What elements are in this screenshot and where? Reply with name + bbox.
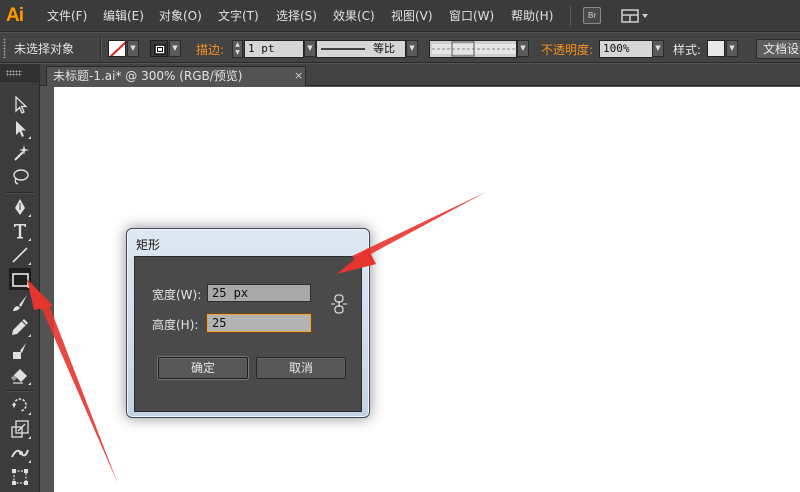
rotate-tool[interactable] [9, 394, 31, 416]
opacity-dropdown-arrow[interactable]: ▼ [652, 40, 664, 57]
selection-tool[interactable] [9, 94, 31, 116]
tools-panel-header[interactable] [0, 64, 40, 82]
stroke-square-icon [154, 44, 166, 55]
stroke-weight-input[interactable]: 1 pt [244, 40, 304, 58]
stroke-profile-field[interactable]: 等比 [316, 40, 406, 58]
no-fill-icon [109, 41, 125, 56]
bridge-button[interactable]: Br [583, 7, 601, 24]
stroke-dropdown-arrow[interactable]: ▼ [169, 40, 181, 57]
tool-group-indicator [28, 436, 31, 439]
graphic-style-swatch[interactable] [707, 40, 725, 57]
free-transform-tool[interactable] [9, 466, 31, 488]
rectangle-tool[interactable] [9, 268, 31, 290]
document-tab-title: 未标题-1.ai* @ 300% (RGB/预览) [53, 69, 243, 83]
cancel-button[interactable]: 取消 [256, 357, 346, 379]
menu-edit[interactable]: 编辑(E) [103, 8, 144, 24]
stroke-weight-stepper[interactable]: ▲ ▼ [232, 40, 243, 58]
opacity-label[interactable]: 不透明度: [541, 41, 593, 58]
collapse-grip-icon[interactable] [6, 70, 22, 76]
dialog-body: 宽度(W): 25 px 高度(H): 25 确定 取消 [134, 256, 362, 412]
arrange-grid-icon [621, 9, 648, 23]
stroke-swatch[interactable] [150, 40, 168, 57]
menu-object[interactable]: 对象(O) [159, 8, 202, 24]
opacity-input[interactable]: 100% [599, 40, 653, 58]
menu-bar: Ai 文件(F) 编辑(E) 对象(O) 文字(T) 选择(S) 效果(C) 视… [0, 0, 800, 32]
menu-select[interactable]: 选择(S) [276, 8, 317, 24]
menu-view[interactable]: 视图(V) [391, 8, 433, 24]
selection-arrow-icon [15, 95, 28, 114]
lasso-tool[interactable] [9, 166, 31, 188]
tool-group-indicator [28, 238, 31, 241]
control-bar-grip[interactable] [3, 38, 6, 58]
paintbrush-icon [13, 295, 27, 311]
direct-selection-tool[interactable] [9, 118, 31, 140]
stepper-up-icon[interactable]: ▲ [233, 41, 242, 49]
menu-effect[interactable]: 效果(C) [333, 8, 375, 24]
rectangle-dialog: 矩形 宽度(W): 25 px 高度(H): 25 确定 取消 [126, 228, 370, 418]
menu-window[interactable]: 窗口(W) [449, 8, 494, 24]
stroke-weight-dropdown-arrow[interactable]: ▼ [304, 40, 316, 57]
brush-preview-icon [432, 41, 516, 57]
tool-group-indicator [28, 382, 31, 385]
graphic-style-label: 样式: [673, 43, 702, 57]
menu-file[interactable]: 文件(F) [47, 8, 87, 24]
tools-panel [0, 64, 40, 492]
selection-status-label: 未选择对象 [14, 42, 75, 56]
type-tool[interactable] [9, 220, 31, 242]
blob-brush-icon [13, 343, 26, 359]
width-label: 宽度(W): [152, 288, 202, 302]
free-transform-icon [12, 469, 28, 485]
stroke-label[interactable]: 描边: [196, 41, 224, 58]
paintbrush-tool[interactable] [9, 292, 31, 314]
menu-help[interactable]: 帮助(H) [511, 8, 553, 24]
tool-group-indicator [28, 262, 31, 265]
stepper-down-icon[interactable]: ▼ [233, 49, 242, 57]
control-bar: 未选择对象 ▼ ▼ 描边: ▲ ▼ 1 pt ▼ 等比 ▼ ▼ 不透明度: 10… [0, 33, 800, 63]
tool-group-indicator [28, 214, 31, 217]
app-logo: Ai [6, 5, 24, 26]
menu-type[interactable]: 文字(T) [218, 8, 259, 24]
tool-group-indicator [28, 412, 31, 415]
tool-group-indicator [27, 285, 30, 288]
fill-dropdown-arrow[interactable]: ▼ [127, 40, 139, 57]
document-tab[interactable]: 未标题-1.ai* @ 300% (RGB/预览) × [46, 66, 306, 86]
width-input[interactable]: 25 px [207, 284, 311, 302]
tool-group-indicator [28, 334, 31, 337]
ok-button[interactable]: 确定 [158, 357, 248, 379]
control-separator [100, 37, 101, 59]
fill-swatch[interactable] [108, 40, 126, 57]
stroke-profile-label: 等比 [373, 43, 395, 55]
height-input[interactable]: 25 [207, 314, 311, 332]
magic-wand-icon [14, 145, 29, 161]
stroke-line-icon [321, 48, 365, 50]
document-setup-button[interactable]: 文档设置 [756, 39, 800, 59]
blob-brush-tool[interactable] [9, 340, 31, 362]
magic-wand-tool[interactable] [9, 142, 31, 164]
width-tool[interactable] [9, 442, 31, 464]
close-icon[interactable]: × [294, 67, 303, 85]
brush-dropdown-arrow[interactable]: ▼ [517, 40, 529, 57]
graphic-style-dropdown-arrow[interactable]: ▼ [726, 40, 738, 57]
line-segment-tool[interactable] [9, 244, 31, 266]
tool-group-indicator [28, 136, 31, 139]
document-tab-strip: 未标题-1.ai* @ 300% (RGB/预览) × [40, 64, 800, 86]
scale-tool[interactable] [9, 418, 31, 440]
brush-definition-field[interactable] [429, 40, 517, 58]
pencil-tool[interactable] [9, 316, 31, 338]
eraser-tool[interactable] [9, 364, 31, 386]
tools-separator [6, 390, 34, 391]
menu-separator [570, 6, 571, 26]
lasso-icon [13, 169, 29, 185]
tools-separator [6, 192, 34, 193]
pen-tool[interactable] [9, 196, 31, 218]
tool-group-indicator [28, 460, 31, 463]
arrange-documents-button[interactable] [620, 8, 650, 24]
dialog-title[interactable]: 矩形 [136, 236, 160, 253]
height-label: 高度(H): [152, 318, 199, 332]
stroke-profile-dropdown-arrow[interactable]: ▼ [406, 40, 418, 57]
constrain-proportions-link-icon[interactable] [330, 293, 348, 315]
